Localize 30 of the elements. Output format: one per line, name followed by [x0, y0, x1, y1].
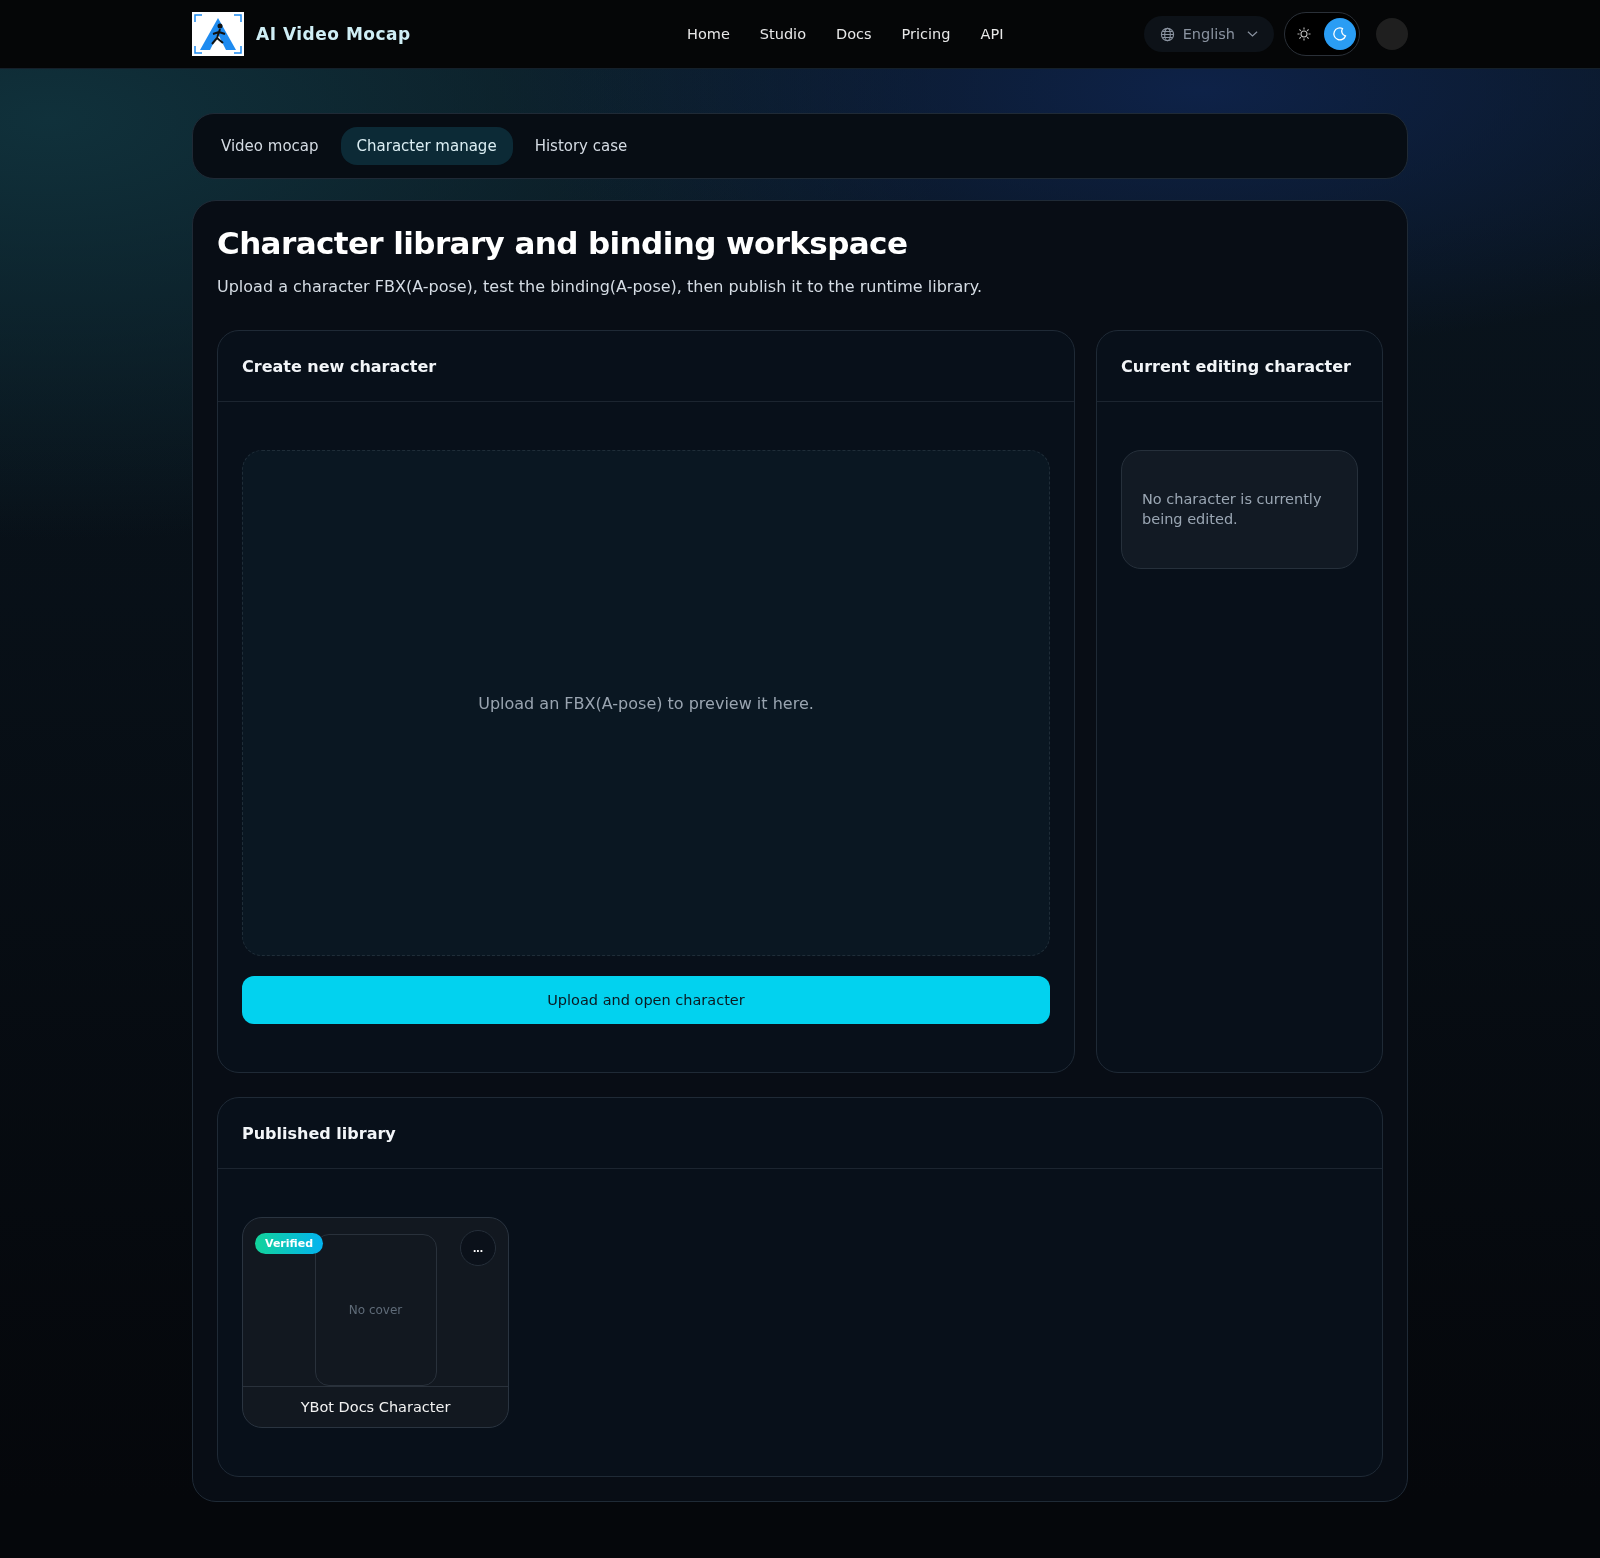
- no-cover-label: No cover: [348, 1303, 403, 1317]
- chevron-down-icon: [1247, 30, 1258, 38]
- nav-link[interactable]: Pricing: [901, 26, 951, 42]
- tab[interactable]: History case: [518, 127, 644, 165]
- preview-hint: Upload an FBX(A-pose) to preview it here.: [478, 693, 814, 713]
- verified-badge: Verified: [255, 1233, 324, 1254]
- moon-icon: [1332, 26, 1348, 42]
- tab[interactable]: Video mocap: [205, 127, 335, 165]
- panel-title: Current editing character: [1121, 356, 1351, 376]
- more-button[interactable]: ...: [460, 1230, 496, 1266]
- nav-link[interactable]: Home: [687, 26, 730, 42]
- empty-message: No character is currently being edited.: [1142, 490, 1323, 530]
- theme-button[interactable]: [1324, 18, 1356, 50]
- nav-link[interactable]: Studio: [759, 26, 806, 42]
- language-select[interactable]: English: [1143, 16, 1274, 52]
- character-name: YBot Docs Character: [243, 1386, 508, 1427]
- workspace-subtitle: Upload a character FBX(A-pose), test the binding(A-pose), then publish it to the runtime library.: [217, 277, 984, 296]
- brand-name[interactable]: AI Video Mocap: [256, 24, 411, 44]
- globe-icon: [1159, 26, 1175, 42]
- logo-icon[interactable]: [192, 12, 244, 56]
- upload-button[interactable]: Upload and open character: [242, 976, 1050, 1024]
- nav-link[interactable]: API: [980, 26, 1004, 42]
- tab[interactable]: Character manage: [340, 127, 513, 165]
- preview-area[interactable]: Upload an FBX(A-pose) to preview it here.: [242, 450, 1050, 956]
- workspace-title: Character library and binding workspace: [217, 225, 909, 261]
- nav-link[interactable]: Docs: [836, 26, 872, 42]
- panel-title: Published library: [242, 1123, 396, 1143]
- character-card[interactable]: Verified No cover ... YBot Docs Character: [242, 1217, 509, 1428]
- panel-title: Create new character: [242, 356, 437, 376]
- sun-icon: [1296, 26, 1312, 42]
